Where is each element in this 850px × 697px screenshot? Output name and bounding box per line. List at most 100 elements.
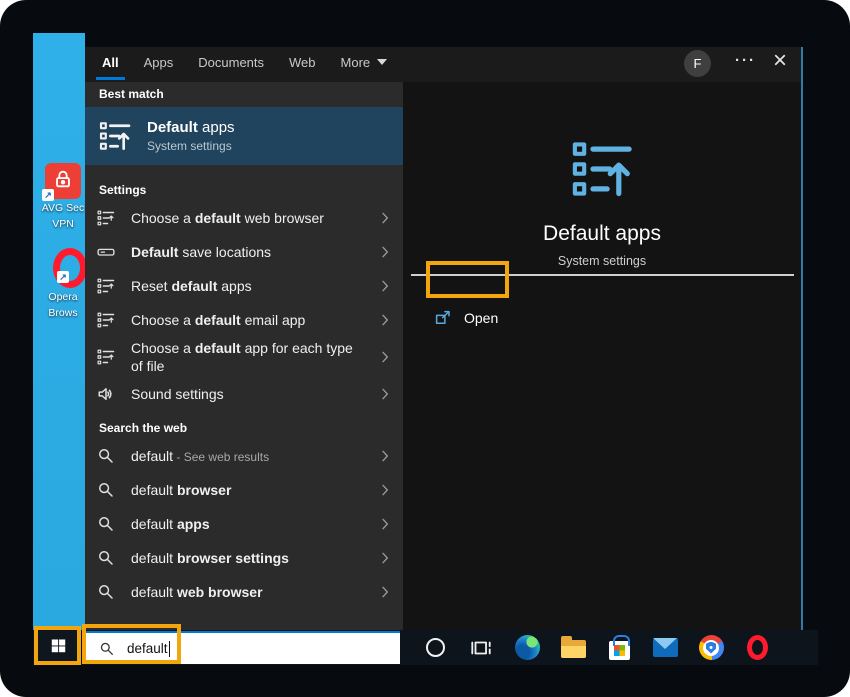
taskbar-search-input[interactable]: default <box>85 631 400 664</box>
search-icon <box>97 481 115 499</box>
avg-secure-browser-icon <box>699 635 724 660</box>
default-apps-icon <box>571 138 633 200</box>
settings-results-list: Choose a default web browser Default save… <box>85 201 403 411</box>
list-arrow-icon <box>97 277 115 295</box>
microsoft-edge-icon <box>515 635 540 660</box>
result-text: default browser <box>131 481 231 499</box>
search-flyout: All Apps Documents Web More F ··· × Best… <box>85 47 801 630</box>
shortcut-arrow-icon: ↗ <box>57 271 69 283</box>
shortcut-arrow-icon: ↗ <box>42 189 54 201</box>
opera-icon <box>747 635 768 660</box>
more-options-button[interactable]: ··· <box>735 52 756 69</box>
settings-result-row[interactable]: Choose a default app for each type of fi… <box>85 337 403 377</box>
preview-panel: Default apps System settings Open <box>403 82 801 630</box>
lock-icon <box>52 168 74 195</box>
chevron-right-icon <box>377 312 393 328</box>
web-result-row[interactable]: default web browser <box>85 575 403 609</box>
web-result-row[interactable]: default - See web results <box>85 439 403 473</box>
search-icon <box>97 583 115 601</box>
best-match-result[interactable]: Default apps System settings <box>85 107 403 165</box>
tab-more[interactable]: More <box>341 55 388 74</box>
chevron-right-icon <box>377 584 393 600</box>
file-explorer-button[interactable] <box>550 630 596 665</box>
cortana-button[interactable] <box>412 630 458 665</box>
desktop-icon-opera[interactable]: ↗ Opera Brows <box>41 248 85 320</box>
tab-web[interactable]: Web <box>289 55 316 74</box>
edge-button[interactable] <box>504 630 550 665</box>
avg-vpn-icon: ↗ <box>45 163 81 199</box>
result-text: default web browser <box>131 583 263 601</box>
result-text: Default save locations <box>131 243 271 261</box>
web-results-list: default - See web results default browser… <box>85 439 403 609</box>
user-avatar[interactable]: F <box>684 50 711 77</box>
microsoft-store-icon <box>609 641 630 660</box>
shield-icon <box>706 642 716 654</box>
mail-button[interactable] <box>642 630 688 665</box>
close-button[interactable]: × <box>773 46 787 76</box>
flyout-edge-highlight <box>801 47 803 630</box>
settings-result-row[interactable]: Reset default apps <box>85 269 403 303</box>
chevron-right-icon <box>377 448 393 464</box>
screen-frame: ↗ AVG Sec VPN ↗ Opera Brows All Apps Doc… <box>0 0 850 697</box>
settings-result-row[interactable]: Choose a default email app <box>85 303 403 337</box>
file-explorer-icon <box>561 640 586 658</box>
speaker-icon <box>97 385 115 403</box>
chevron-right-icon <box>377 516 393 532</box>
web-result-row[interactable]: default browser settings <box>85 541 403 575</box>
list-arrow-icon <box>97 311 115 329</box>
best-match-header: Best match <box>85 82 403 107</box>
preview-title: Default apps <box>403 222 801 246</box>
opera-button[interactable] <box>734 630 780 665</box>
result-text: Reset default apps <box>131 277 252 295</box>
chevron-right-icon <box>377 244 393 260</box>
result-text: Choose a default web browser <box>131 209 324 227</box>
open-label: Open <box>464 310 498 326</box>
search-icon <box>97 549 115 567</box>
desktop-icon-label: VPN <box>41 218 85 231</box>
open-action[interactable]: Open <box>403 301 801 335</box>
search-value: default <box>127 641 168 656</box>
desktop-icon-avg-vpn[interactable]: ↗ AVG Sec VPN <box>41 163 85 231</box>
web-result-row[interactable]: default apps <box>85 507 403 541</box>
result-text: default - See web results <box>131 447 269 466</box>
drive-icon <box>97 243 115 261</box>
cortana-circle-icon <box>426 638 445 657</box>
taskbar: default <box>33 630 818 665</box>
tab-apps[interactable]: Apps <box>144 55 174 74</box>
settings-result-row[interactable]: Default save locations <box>85 235 403 269</box>
result-text: Choose a default app for each type of fi… <box>131 339 363 375</box>
result-suffix: - See web results <box>173 450 269 464</box>
preview-subtitle: System settings <box>403 254 801 268</box>
result-text: Sound settings <box>131 385 224 403</box>
tab-documents[interactable]: Documents <box>198 55 264 74</box>
task-view-button[interactable] <box>458 630 504 665</box>
start-button[interactable] <box>37 631 79 664</box>
tab-all[interactable]: All <box>102 55 119 74</box>
search-icon <box>99 641 115 657</box>
result-text: Choose a default email app <box>131 311 305 329</box>
desktop-background: ↗ AVG Sec VPN ↗ Opera Brows <box>33 33 85 630</box>
chevron-down-icon <box>377 59 387 65</box>
windows-logo-icon <box>50 637 67 659</box>
task-view-icon <box>470 637 492 659</box>
avg-browser-button[interactable] <box>688 630 734 665</box>
desktop-icon-label: Opera <box>41 291 85 304</box>
web-section-header: Search the web <box>85 411 403 439</box>
chevron-right-icon <box>377 349 393 365</box>
chevron-right-icon <box>377 278 393 294</box>
store-button[interactable] <box>596 630 642 665</box>
settings-section-header: Settings <box>85 177 403 201</box>
opera-icon: ↗ <box>53 248 85 288</box>
result-text: default browser settings <box>131 549 289 567</box>
chevron-right-icon <box>377 210 393 226</box>
settings-result-row[interactable]: Sound settings <box>85 377 403 411</box>
result-text: default apps <box>131 515 210 533</box>
desktop-icon-label: Brows <box>41 307 85 320</box>
best-match-subtitle: System settings <box>147 139 235 153</box>
chevron-right-icon <box>377 482 393 498</box>
settings-result-row[interactable]: Choose a default web browser <box>85 201 403 235</box>
taskbar-icons <box>412 630 780 665</box>
search-filter-tabs: All Apps Documents Web More F ··· × <box>85 47 801 82</box>
web-result-row[interactable]: default browser <box>85 473 403 507</box>
chevron-right-icon <box>377 550 393 566</box>
